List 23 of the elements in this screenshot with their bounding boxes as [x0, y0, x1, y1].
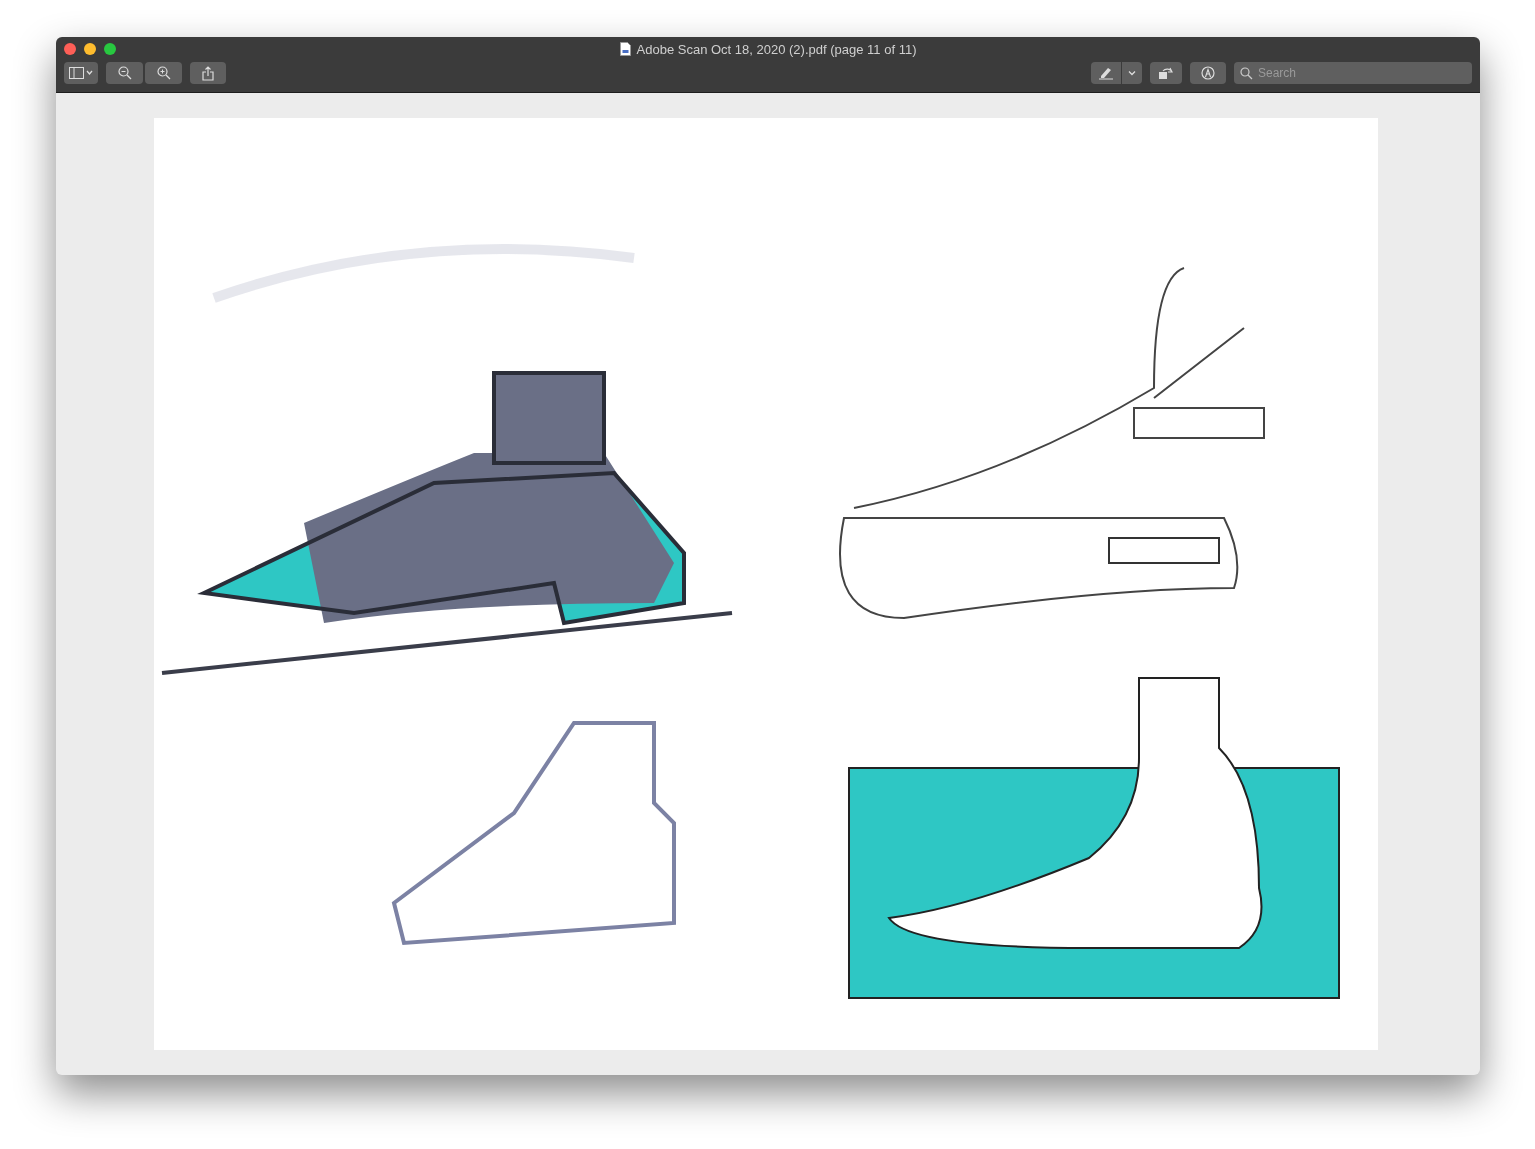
- window-title: Adobe Scan Oct 18, 2020 (2).pdf (page 11 of 11): [636, 41, 917, 57]
- rotate-button[interactable]: [1150, 62, 1182, 84]
- search-icon: [1240, 67, 1253, 80]
- zoom-in-button[interactable]: [145, 62, 182, 84]
- share-icon: [202, 65, 214, 81]
- zoom-in-icon: [156, 66, 171, 80]
- close-button[interactable]: [64, 43, 76, 55]
- zoom-out-button[interactable]: [106, 62, 143, 84]
- pen-circle-icon: [1201, 66, 1215, 80]
- sidebar-icon: [69, 67, 93, 79]
- chevron-down-icon: [1128, 70, 1136, 76]
- search-field[interactable]: Search: [1234, 62, 1472, 84]
- zoom-out-icon: [117, 66, 132, 80]
- sidebar-toggle-button[interactable]: [64, 62, 98, 84]
- rotate-icon: [1158, 66, 1174, 80]
- zoom-button[interactable]: [104, 43, 116, 55]
- minimize-button[interactable]: [84, 43, 96, 55]
- share-button[interactable]: [190, 62, 226, 84]
- markup-button[interactable]: [1091, 62, 1121, 84]
- markup-menu-button[interactable]: [1122, 62, 1142, 84]
- highlighter-icon: [1098, 66, 1114, 80]
- document-icon: [619, 42, 631, 56]
- annotate-button[interactable]: [1190, 62, 1226, 84]
